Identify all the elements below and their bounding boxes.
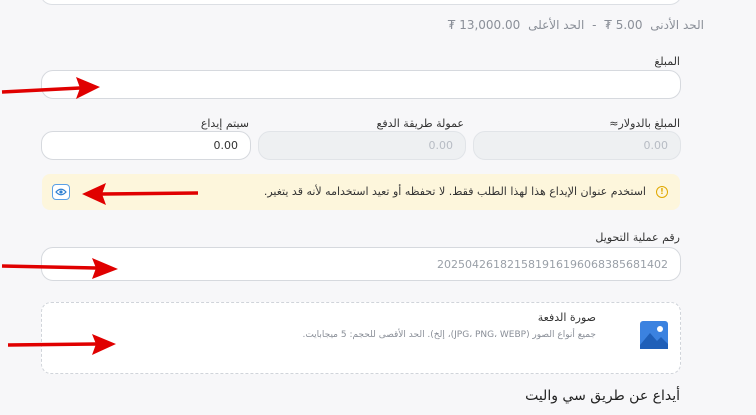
previous-card (40, 0, 682, 5)
min-limit-value: 5.00 ₮ (604, 18, 643, 32)
eye-icon[interactable] (52, 184, 70, 200)
payment-fee-label: عمولة طريقة الدفع (376, 117, 465, 130)
payment-fee-field: 0.00 (258, 131, 466, 160)
image-icon (640, 321, 668, 353)
payment-image-description: جميع أنواع الصور (JPG، PNG، WEBP)، إلخ).… (302, 330, 596, 340)
transfer-number-input[interactable]: 20250426182158191619606838568140​2 (41, 247, 681, 281)
min-limit-label: الحد الأدنى (650, 18, 704, 32)
amount-input[interactable] (41, 70, 681, 99)
usd-amount-value: 0.00 (643, 139, 669, 152)
usd-amount-label: المبلغ بالدولار≈ (609, 117, 680, 130)
red-arrow-icon (82, 183, 199, 205)
limits-separator: - (592, 18, 597, 32)
payment-fee-value: 0.00 (428, 139, 454, 152)
red-arrow-icon (1, 77, 100, 99)
payment-image-title: صورة الدفعة (537, 311, 596, 324)
deposit-system-label: سيتم إيداع (200, 117, 249, 130)
max-limit-value: 13,000.00 ₮ (447, 18, 521, 32)
deposit-system-field: 0.00 (41, 131, 251, 160)
payment-image-dropzone[interactable]: صورة الدفعة جميع أنواع الصور (JPG، PNG، … (41, 302, 681, 374)
warning-icon: ! (656, 186, 668, 198)
section-title: أيداع عن طريق سي واليت (525, 388, 680, 404)
max-limit-label: الحد الأعلى (528, 18, 585, 32)
red-arrow-icon (1, 258, 118, 279)
notice-text: استخدم عنوان الإيداع هذا لهذا الطلب فقط.… (263, 185, 646, 198)
transfer-number-label: رقم عملية التحويل (595, 231, 680, 244)
amount-label: المبلغ (654, 55, 680, 68)
red-arrow-icon (7, 334, 116, 355)
usd-amount-field: 0.00 (473, 131, 681, 160)
transfer-number-value: 20250426182158191619606838568140​2 (437, 257, 668, 271)
deposit-system-value: 0.00 (213, 139, 239, 152)
deposit-limits: الحد الأدنى 5.00 ₮ - الحد الأعلى 13,000.… (444, 18, 704, 32)
